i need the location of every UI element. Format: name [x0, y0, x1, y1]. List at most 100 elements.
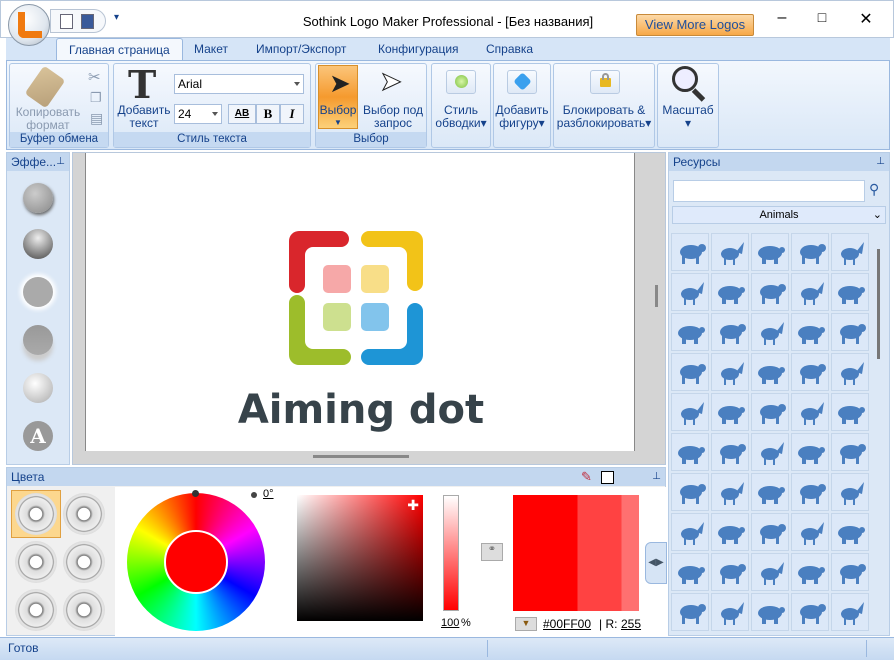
animal-shape-item[interactable]	[831, 593, 869, 631]
search-icon[interactable]: ⚲	[869, 181, 879, 198]
font-size-select[interactable]: 24	[174, 104, 222, 124]
horizontal-scrollbar[interactable]	[313, 455, 409, 458]
tab-configuration[interactable]: Конфигурация	[366, 38, 471, 62]
customize-toolbar-icon[interactable]: ▾	[114, 12, 119, 23]
alpha-value[interactable]: 100	[441, 617, 459, 629]
animal-shape-item[interactable]	[831, 473, 869, 511]
copy-format-button[interactable]: Копировать формат	[12, 106, 84, 132]
hue-wheel[interactable]	[127, 490, 265, 631]
link-icon[interactable]: ⚭	[481, 543, 503, 561]
minimize-button[interactable]: –	[767, 9, 797, 29]
animal-shape-item[interactable]	[831, 393, 869, 431]
pin-icon[interactable]: ⊥	[876, 153, 885, 171]
zoom-button[interactable]: Масштаб ▾	[657, 63, 719, 148]
lock-unlock-button[interactable]: Блокировать & разблокировать▾	[553, 63, 655, 148]
animal-shape-item[interactable]	[671, 353, 709, 391]
animal-shape-item[interactable]	[711, 553, 749, 591]
cut-icon[interactable]: ✂	[88, 68, 101, 86]
color-preset-3[interactable]	[15, 541, 57, 583]
pin-icon[interactable]: ⊥	[652, 468, 661, 486]
effect-glow[interactable]	[23, 277, 53, 307]
animal-shape-item[interactable]	[831, 233, 869, 271]
select-button[interactable]: ➤ Выбор ▼	[318, 65, 358, 129]
animal-shape-item[interactable]	[671, 393, 709, 431]
color-preset-4[interactable]	[63, 541, 105, 583]
animal-shape-item[interactable]	[671, 313, 709, 351]
animal-shape-item[interactable]	[711, 353, 749, 391]
animal-shape-item[interactable]	[791, 313, 829, 351]
animal-shape-item[interactable]	[671, 513, 709, 551]
effect-gradient[interactable]	[23, 373, 53, 403]
hue-handle[interactable]	[192, 490, 199, 497]
hex-value[interactable]: #00FF00	[543, 617, 591, 631]
font-family-select[interactable]: Arial	[174, 74, 304, 94]
alpha-slider[interactable]	[443, 495, 459, 611]
logo-text[interactable]: Aiming dot	[86, 387, 636, 433]
animal-shape-item[interactable]	[751, 273, 789, 311]
animal-shape-item[interactable]	[711, 513, 749, 551]
save-icon[interactable]	[81, 14, 94, 29]
animal-shape-item[interactable]	[751, 353, 789, 391]
animal-shape-item[interactable]	[751, 233, 789, 271]
stroke-style-button[interactable]: Стиль обводки▾	[431, 63, 491, 148]
animal-shape-item[interactable]	[671, 473, 709, 511]
design-canvas[interactable]: Aiming dot	[85, 153, 635, 451]
animal-shape-item[interactable]	[831, 433, 869, 471]
animal-shape-item[interactable]	[671, 433, 709, 471]
animal-shape-item[interactable]	[751, 433, 789, 471]
color-preset-5[interactable]	[15, 589, 57, 631]
animal-shape-item[interactable]	[791, 433, 829, 471]
animal-shape-item[interactable]	[791, 473, 829, 511]
app-menu-button[interactable]	[8, 4, 50, 46]
color-preset-1[interactable]	[15, 493, 57, 535]
paste-icon[interactable]: ▤	[90, 110, 103, 127]
color-preset-2[interactable]	[63, 493, 105, 535]
animal-shape-item[interactable]	[751, 593, 789, 631]
eyedropper-icon[interactable]: ✎	[581, 468, 592, 486]
color-menu-dropdown[interactable]: ▼	[515, 617, 537, 631]
animal-shape-item[interactable]	[831, 353, 869, 391]
r-value[interactable]: 255	[621, 617, 641, 631]
resources-scrollbar[interactable]	[877, 249, 880, 359]
saturation-value-picker[interactable]: ✚	[297, 495, 423, 621]
animal-shape-item[interactable]	[751, 393, 789, 431]
effect-reflection[interactable]	[23, 325, 53, 355]
resource-search-input[interactable]	[673, 180, 865, 202]
animal-shape-item[interactable]	[791, 593, 829, 631]
effect-text[interactable]: A	[23, 421, 53, 451]
animal-shape-item[interactable]	[711, 273, 749, 311]
animal-shape-item[interactable]	[751, 313, 789, 351]
add-shape-button[interactable]: Добавить фигуру▾	[493, 63, 551, 148]
animal-shape-item[interactable]	[791, 353, 829, 391]
bold-button[interactable]: B	[256, 104, 280, 124]
copy-icon[interactable]: ❐	[90, 90, 102, 106]
animal-shape-item[interactable]	[791, 273, 829, 311]
italic-button[interactable]: I	[280, 104, 304, 124]
add-text-button[interactable]: Добавить текст	[116, 104, 172, 130]
logo-graphic[interactable]	[289, 231, 423, 365]
maximize-button[interactable]: □	[807, 9, 837, 29]
tab-help[interactable]: Справка	[474, 38, 545, 62]
animal-shape-item[interactable]	[751, 513, 789, 551]
animal-shape-item[interactable]	[711, 233, 749, 271]
animal-shape-item[interactable]	[791, 553, 829, 591]
close-button[interactable]: ✕	[851, 9, 881, 29]
animal-shape-item[interactable]	[711, 313, 749, 351]
color-preset-6[interactable]	[63, 589, 105, 631]
effect-shadow[interactable]	[23, 183, 53, 213]
vertical-scrollbar[interactable]	[655, 285, 658, 307]
select-query-button[interactable]: Выбор под запрос	[360, 104, 426, 130]
panel-collapse-toggle[interactable]: ◀▶	[645, 542, 667, 584]
pin-icon[interactable]: ⊥	[56, 153, 65, 171]
animal-shape-item[interactable]	[711, 393, 749, 431]
animal-shape-item[interactable]	[831, 313, 869, 351]
effect-bevel[interactable]	[23, 229, 53, 259]
picker-crosshair-icon[interactable]: ✚	[407, 497, 419, 514]
category-select[interactable]: Animals ⌄	[672, 206, 886, 224]
animal-shape-item[interactable]	[791, 233, 829, 271]
animal-shape-item[interactable]	[791, 393, 829, 431]
view-more-logos-button[interactable]: View More Logos	[636, 14, 754, 36]
animal-shape-item[interactable]	[711, 473, 749, 511]
tab-layout[interactable]: Макет	[182, 38, 240, 62]
no-fill-swatch[interactable]	[601, 471, 614, 484]
